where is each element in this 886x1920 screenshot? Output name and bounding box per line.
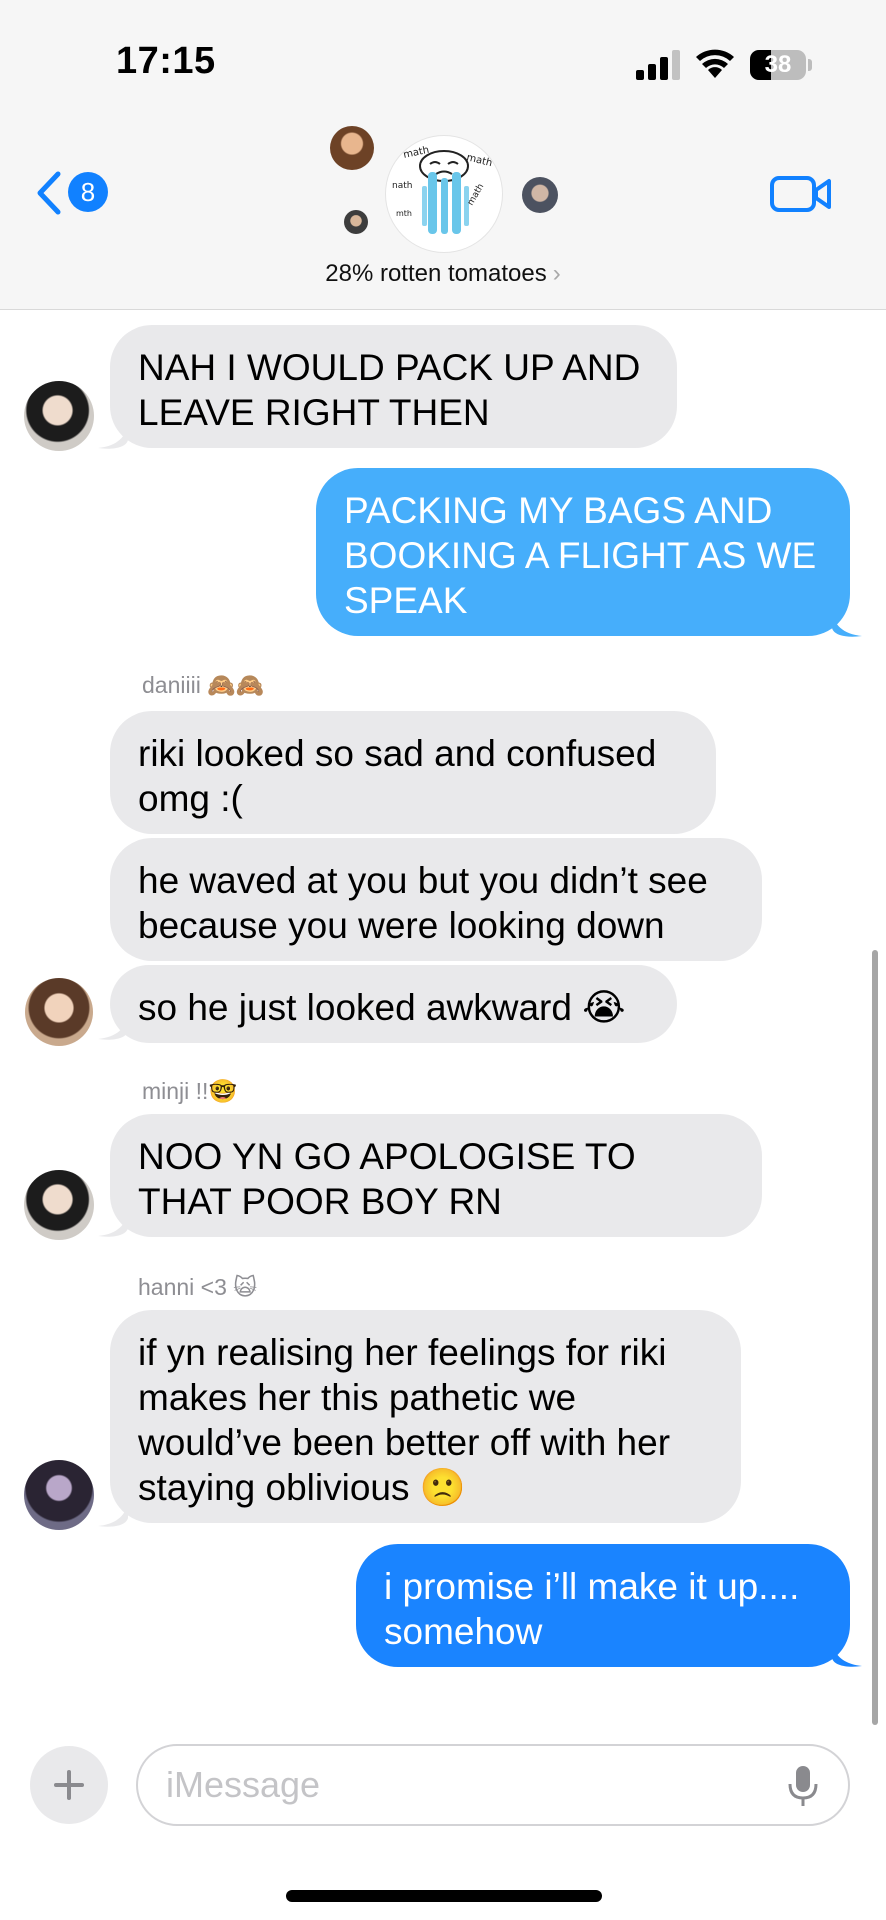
unread-count-badge: 8 <box>68 172 108 212</box>
facetime-video-button[interactable] <box>770 172 832 216</box>
sender-avatar[interactable] <box>24 1170 94 1240</box>
add-attachment-button[interactable] <box>30 1746 108 1824</box>
scrollbar[interactable] <box>872 950 878 1725</box>
cellular-signal-icon <box>636 50 680 80</box>
outgoing-message[interactable]: PACKING MY BAGS AND BOOKING A FLIGHT AS … <box>316 468 850 636</box>
conversation-header: 17:15 38 8 math math nath math mth 28% r… <box>0 0 886 310</box>
chevron-right-icon: › <box>552 260 561 287</box>
svg-text:nath: nath <box>392 181 412 191</box>
message-input[interactable] <box>136 1744 850 1826</box>
member-avatar[interactable] <box>522 177 558 213</box>
incoming-message[interactable]: NOO YN GO APOLOGISE TO THAT POOR BOY RN <box>110 1114 762 1237</box>
sender-avatar[interactable] <box>25 978 93 1046</box>
group-avatar[interactable]: math math nath math mth <box>386 136 502 252</box>
sender-name: hanni <3 🙀 <box>138 1274 258 1300</box>
sender-avatar[interactable] <box>24 381 94 451</box>
incoming-message[interactable]: NAH I WOULD PACK UP AND LEAVE RIGHT THEN <box>110 325 677 448</box>
outgoing-message[interactable]: i promise i’ll make it up.... somehow <box>356 1544 850 1667</box>
member-avatar[interactable] <box>344 210 368 234</box>
svg-text:mth: mth <box>396 209 412 218</box>
sender-avatar[interactable] <box>24 1460 94 1530</box>
crying-cartoon-icon: math math nath math mth <box>392 145 493 234</box>
battery-percent: 38 <box>764 51 792 78</box>
wifi-icon <box>696 49 734 78</box>
back-button[interactable]: 8 <box>36 168 116 218</box>
incoming-message[interactable]: riki looked so sad and confused omg :( <box>110 711 716 834</box>
incoming-message[interactable]: if yn realising her feelings for riki ma… <box>110 1310 741 1523</box>
svg-text:math: math <box>465 152 493 169</box>
incoming-message[interactable]: he waved at you but you didn’t see becau… <box>110 838 762 961</box>
status-time: 17:15 <box>116 40 216 82</box>
group-name[interactable]: 28% rotten tomatoes › <box>0 260 886 288</box>
microphone-icon[interactable] <box>786 1764 820 1808</box>
group-name-label: 28% rotten tomatoes <box>325 260 547 287</box>
svg-text:math: math <box>466 182 486 207</box>
battery-cap <box>808 59 812 71</box>
battery-icon: 38 <box>750 50 806 80</box>
incoming-message[interactable]: so he just looked awkward 😭 <box>110 965 677 1043</box>
chevron-left-icon <box>37 171 61 215</box>
home-indicator <box>286 1890 602 1902</box>
sender-name: minji !!🤓 <box>142 1078 238 1104</box>
member-avatar[interactable] <box>330 126 374 170</box>
sender-name: daniiii 🙈🙈 <box>142 672 265 698</box>
